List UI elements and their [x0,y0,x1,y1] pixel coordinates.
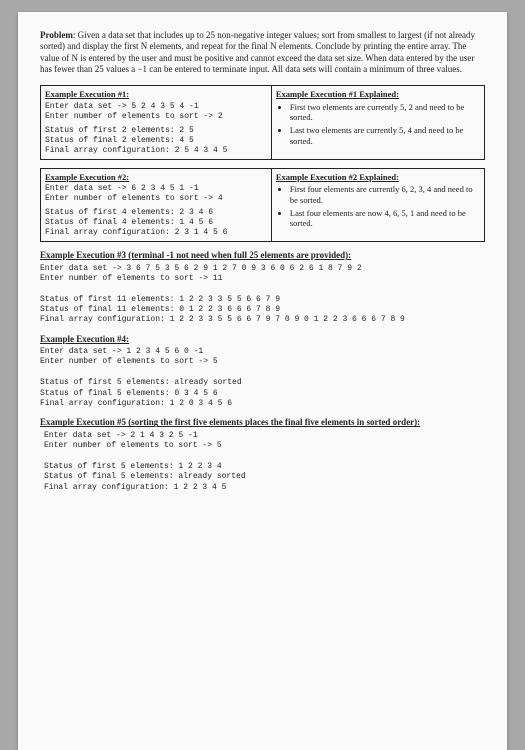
example-3-line1: Enter data set -> 3 6 7 5 3 5 6 2 9 1 2 … [40,264,362,273]
example-1-table: Example Execution #1: Enter data set -> … [40,85,485,160]
example-4-line4: Status of final 5 elements: 0 3 4 5 6 [40,389,218,398]
example-1-line3: Status of first 2 elements: 2 5 [45,126,267,136]
example-4-line5: Final array configuration: 1 2 0 3 4 5 6 [40,399,232,408]
example-5-block: Enter data set -> 2 1 4 3 2 5 -1 Enter n… [40,431,485,493]
example-1-bullets: First two elements are currently 5, 2 an… [276,102,480,147]
example-3-line3: Status of first 11 elements: 1 2 2 3 3 5… [40,295,280,304]
example-3-line5: Final array configuration: 1 2 2 3 3 5 5… [40,315,405,324]
example-2-bullets: First four elements are currently 6, 2, … [276,184,480,229]
example-3-head: Example Execution #3 (terminal -1 not ne… [40,250,485,261]
example-2-bullet-2: Last four elements are now 4, 6, 5, 1 an… [290,208,480,229]
example-2-table: Example Execution #2: Enter data set -> … [40,168,485,243]
example-1-left: Example Execution #1: Enter data set -> … [41,86,272,160]
example-4-head: Example Execution #4: [40,334,485,345]
example-2-head: Example Execution #2: [45,172,267,183]
page: Problem: Given a data set that includes … [18,12,507,750]
example-1-line2: Enter number of elements to sort -> 2 [45,112,267,122]
example-1-line5: Final array configuration: 2 5 4 3 4 5 [45,146,267,156]
example-2-left: Example Execution #2: Enter data set -> … [41,168,272,242]
problem-statement: Problem: Given a data set that includes … [40,30,485,75]
example-2-line1: Enter data set -> 6 2 3 4 5 1 -1 [45,184,267,194]
example-4-line1: Enter data set -> 1 2 3 4 5 6 0 -1 [40,347,203,356]
example-2-line4: Status of final 4 elements: 1 4 5 6 [45,218,267,228]
example-5-line5: Final array configuration: 1 2 2 3 4 5 [44,483,226,492]
example-1-right: Example Execution #1 Explained: First tw… [271,86,484,160]
example-5-line1: Enter data set -> 2 1 4 3 2 5 -1 [44,431,198,440]
example-1-bullet-1: First two elements are currently 5, 2 an… [290,102,480,123]
example-5-head: Example Execution #5 (sorting the first … [40,417,485,428]
example-5-line2: Enter number of elements to sort -> 5 [44,441,222,450]
example-4-block: Enter data set -> 1 2 3 4 5 6 0 -1 Enter… [40,347,485,409]
example-2-line2: Enter number of elements to sort -> 4 [45,194,267,204]
example-5-line3: Status of first 5 elements: 1 2 2 3 4 [44,462,222,471]
example-1-head: Example Execution #1: [45,89,267,100]
example-2-line5: Final array configuration: 2 3 1 4 5 6 [45,228,267,238]
example-1-line1: Enter data set -> 5 2 4 3 5 4 -1 [45,102,267,112]
problem-label: Problem [40,30,73,40]
example-2-explained-head: Example Execution #2 Explained: [276,172,480,183]
example-4-line2: Enter number of elements to sort -> 5 [40,357,218,366]
example-3-line4: Status of final 11 elements: 0 1 2 2 3 6… [40,305,280,314]
example-5-line4: Status of final 5 elements: already sort… [44,472,246,481]
example-3-line2: Enter number of elements to sort -> 11 [40,274,222,283]
example-3-block: Enter data set -> 3 6 7 5 3 5 6 2 9 1 2 … [40,264,485,326]
problem-text: : Given a data set that includes up to 2… [40,30,475,74]
example-1-line4: Status of final 2 elements: 4 5 [45,136,267,146]
example-1-bullet-2: Last two elements are currently 5, 4 and… [290,125,480,146]
example-2-line3: Status of first 4 elements: 2 3 4 6 [45,208,267,218]
example-2-bullet-1: First four elements are currently 6, 2, … [290,184,480,205]
example-4-line3: Status of first 5 elements: already sort… [40,378,242,387]
example-2-right: Example Execution #2 Explained: First fo… [271,168,484,242]
example-1-explained-head: Example Execution #1 Explained: [276,89,480,100]
